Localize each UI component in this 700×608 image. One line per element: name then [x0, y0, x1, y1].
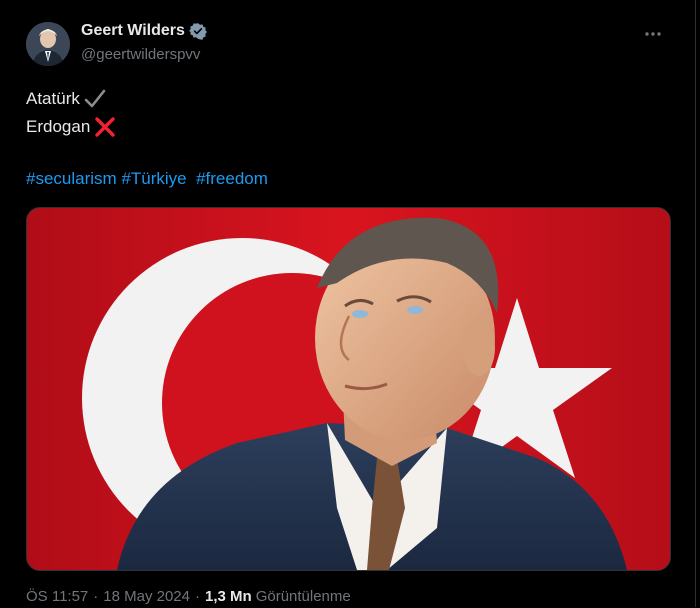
views-label: Görüntülenme: [255, 588, 351, 605]
tweet-line-1: Atatürk: [26, 85, 116, 113]
tweet-image[interactable]: [26, 207, 671, 571]
tweet-meta: ÖS 11:57 · 18 May 2024 · 1,3 Mn Görüntül…: [26, 588, 351, 605]
author-name[interactable]: Geert Wilders: [81, 22, 185, 40]
avatar[interactable]: [26, 22, 70, 66]
more-options-icon[interactable]: [641, 24, 665, 44]
tweet-line-1-text: Atatürk: [26, 89, 80, 108]
check-mark-icon: [84, 89, 106, 109]
author-handle[interactable]: @geertwilderspvv: [81, 46, 200, 63]
hashtag-secularism[interactable]: #secularism: [26, 169, 117, 188]
tweet-date[interactable]: 18 May 2024: [103, 588, 190, 605]
tweet-time[interactable]: ÖS 11:57: [26, 588, 88, 605]
hashtag-turkiye[interactable]: #Türkiye: [121, 169, 186, 188]
hashtags: #secularism #Türkiye #freedom: [26, 167, 268, 191]
meta-separator: ·: [195, 588, 200, 605]
tweet-line-2-text: Erdogan: [26, 117, 91, 136]
verified-badge-icon: [188, 22, 207, 40]
ataturk-flag-portrait: [27, 208, 670, 570]
tweet-text: Atatürk Erdogan: [26, 85, 116, 141]
cross-mark-icon: [94, 117, 116, 137]
views-count: 1,3 Mn: [205, 588, 252, 605]
author-row: Geert Wilders: [81, 22, 207, 40]
meta-separator: ·: [93, 588, 99, 605]
hashtag-freedom[interactable]: #freedom: [196, 169, 268, 188]
tweet-line-2: Erdogan: [26, 113, 116, 141]
tweet-card: Geert Wilders @geertwilderspvv Atatürk E…: [1, 0, 696, 607]
